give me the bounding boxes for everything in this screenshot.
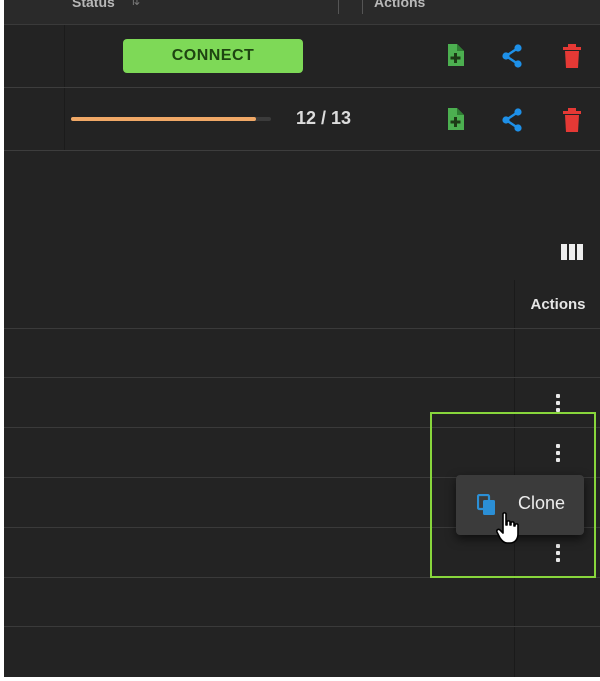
progress-bar-fill [71,117,256,121]
screen: Status ⇅ Actions CONNECT 12 / 13 Actions… [4,0,600,677]
sort-icon[interactable]: ⇅ [130,0,140,8]
progress-bar [71,117,271,121]
row-divider [4,377,600,378]
hand-pointer-cursor-icon [496,512,519,544]
clone-menu-label: Clone [518,493,566,513]
table-header: Status ⇅ Actions [4,0,600,25]
column-resize-handle[interactable] [338,0,339,14]
column-divider [64,88,65,150]
actions-column-header: Actions [374,0,426,10]
view-columns-icon[interactable] [561,244,583,260]
actions-column-header: Actions [530,296,586,313]
trash-icon[interactable] [563,108,581,132]
column-resize-handle[interactable] [362,0,363,14]
table-row: CONNECT [4,25,600,88]
progress-count: 12 / 13 [296,108,352,128]
table-row: 12 / 13 [4,88,600,151]
row-divider [4,626,600,627]
share-icon[interactable] [501,108,523,132]
share-icon[interactable] [501,44,523,68]
status-column-header[interactable]: Status [72,0,115,10]
file-plus-icon[interactable] [446,108,464,130]
trash-icon[interactable] [563,44,581,68]
column-divider [64,25,65,87]
row-divider [4,328,600,329]
file-plus-icon[interactable] [446,44,464,66]
content-copy-icon [477,494,495,515]
connect-button[interactable]: CONNECT [123,39,303,73]
